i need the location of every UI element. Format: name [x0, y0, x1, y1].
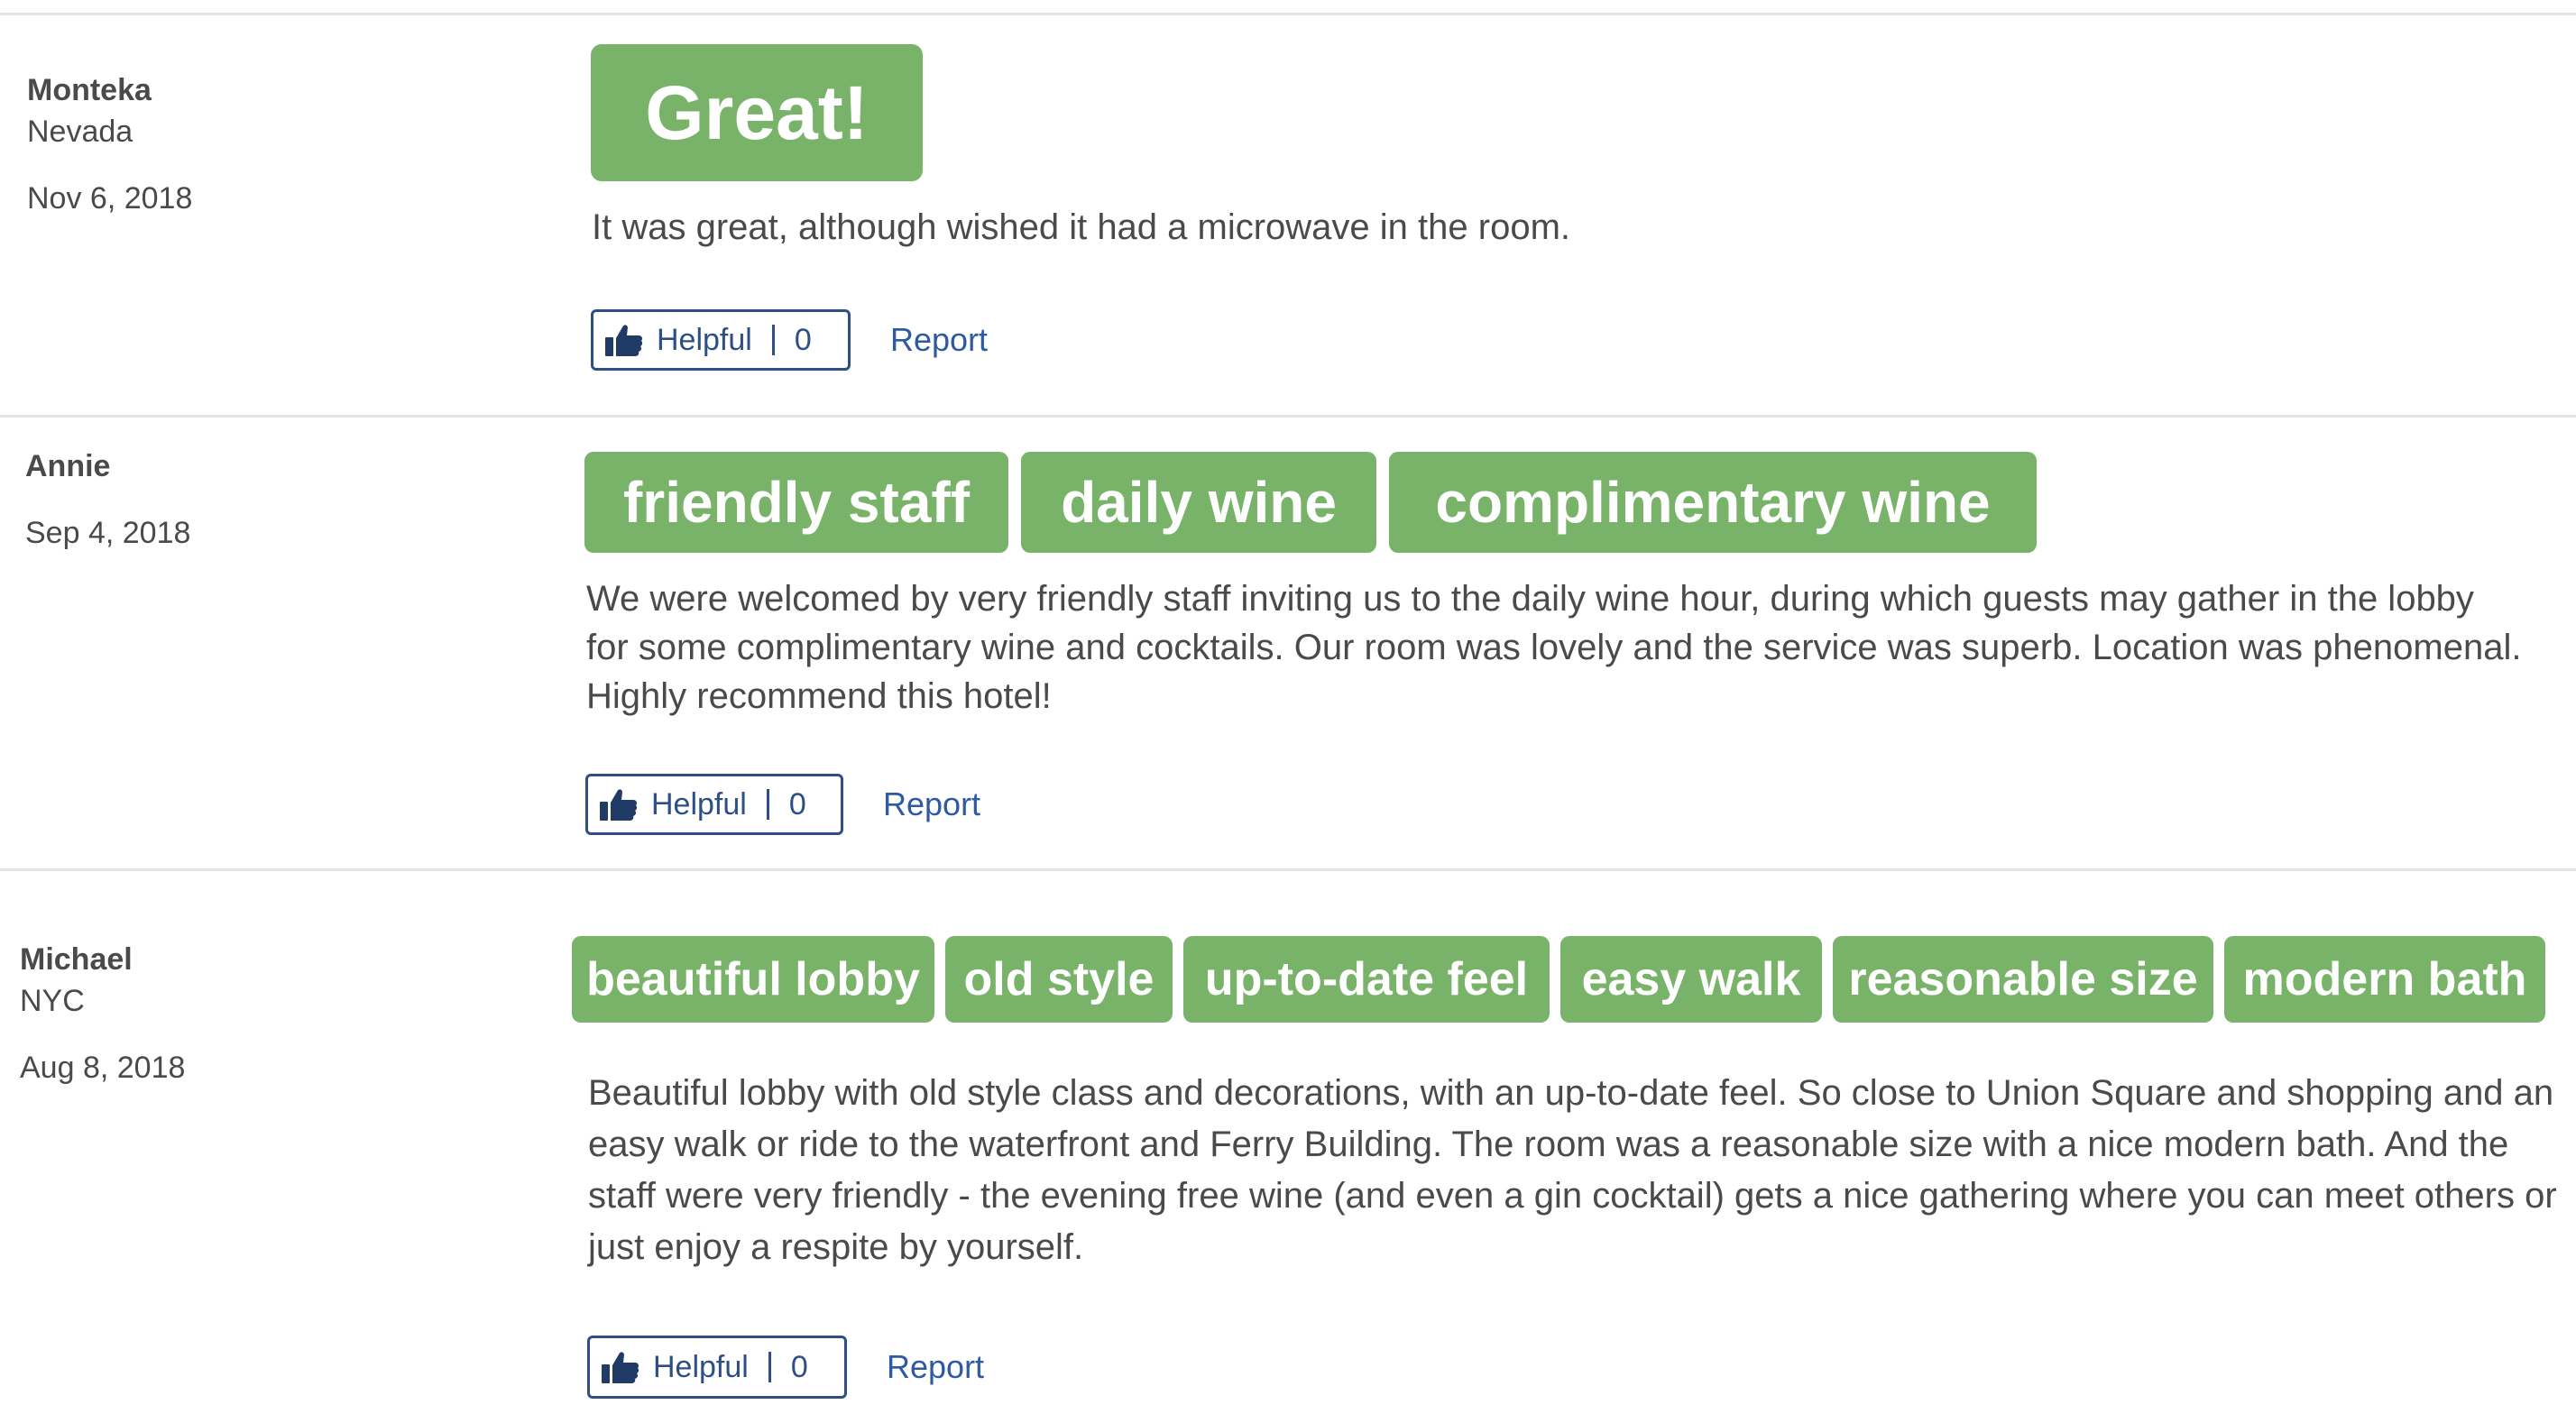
reviewer-location: NYC [20, 984, 85, 1018]
report-link[interactable]: Report [887, 1348, 984, 1386]
review-date: Sep 4, 2018 [25, 516, 191, 550]
reviewer-name: Monteka [27, 73, 152, 107]
helpful-label: Helpful [653, 1349, 749, 1384]
helpful-separator [766, 789, 769, 820]
reviewer-info: Michael NYC Aug 8, 2018 [20, 941, 185, 1086]
helpful-count: 0 [790, 1349, 808, 1384]
thumbs-up-icon [599, 786, 639, 822]
review-text: We were welcomed by very friendly staff … [586, 579, 2522, 716]
helpful-button[interactable]: Helpful 0 [591, 309, 851, 371]
helpful-separator [771, 325, 775, 355]
tag: up-to-date feel [1183, 936, 1550, 1023]
thumbs-up-icon [604, 322, 644, 358]
reviewer-name: Annie [25, 449, 111, 483]
helpful-count: 0 [794, 322, 812, 357]
helpful-button[interactable]: Helpful 0 [585, 774, 843, 835]
tag: friendly staff [584, 452, 1008, 553]
reviewer-info: Annie Sep 4, 2018 [25, 448, 190, 551]
review-actions: Helpful 0 Report [591, 309, 988, 371]
tag: Great! [591, 44, 923, 181]
review-card: Monteka Nevada Nov 6, 2018 Great! It was… [0, 0, 2576, 415]
helpful-count: 0 [788, 786, 806, 822]
reviewer-info: Monteka Nevada Nov 6, 2018 [27, 72, 192, 216]
reviewer-name: Michael [20, 942, 133, 977]
review-text: Beautiful lobby with old style class and… [588, 1073, 2557, 1267]
report-link[interactable]: Report [883, 785, 980, 823]
thumbs-up-icon [601, 1349, 640, 1385]
tag: modern bath [2224, 936, 2545, 1023]
reviewer-location: Nevada [27, 115, 133, 149]
report-link[interactable]: Report [890, 321, 988, 359]
tag: daily wine [1021, 452, 1376, 553]
helpful-label: Helpful [651, 786, 747, 822]
helpful-separator [768, 1352, 771, 1382]
review-text: It was great, although wished it had a m… [592, 207, 1570, 247]
review-date: Aug 8, 2018 [20, 1051, 186, 1085]
review-tags: Great! [591, 44, 923, 181]
review-actions: Helpful 0 Report [587, 1336, 984, 1399]
review-tags: beautiful lobby old style up-to-date fee… [572, 936, 2545, 1023]
review-card: Michael NYC Aug 8, 2018 beautiful lobby … [0, 871, 2576, 1423]
helpful-label: Helpful [657, 322, 752, 357]
review-actions: Helpful 0 Report [585, 774, 980, 835]
tag: beautiful lobby [572, 936, 934, 1023]
review-tags: friendly staff daily wine complimentary … [584, 452, 2037, 553]
tag: reasonable size [1833, 936, 2213, 1023]
helpful-button[interactable]: Helpful 0 [587, 1336, 847, 1399]
review-card: Annie Sep 4, 2018 friendly staff daily w… [0, 418, 2576, 868]
review-date: Nov 6, 2018 [27, 181, 193, 216]
tag: complimentary wine [1389, 452, 2037, 553]
tag: easy walk [1560, 936, 1822, 1023]
tag: old style [945, 936, 1173, 1023]
